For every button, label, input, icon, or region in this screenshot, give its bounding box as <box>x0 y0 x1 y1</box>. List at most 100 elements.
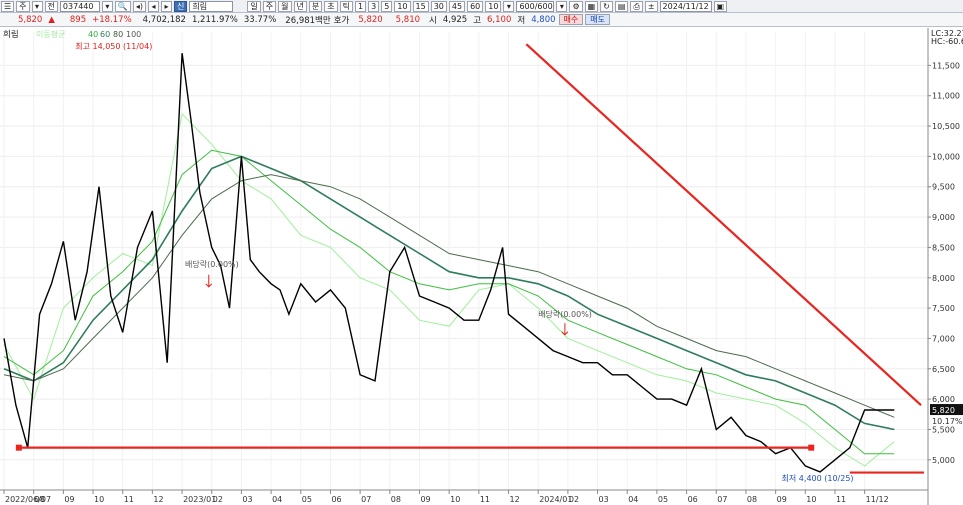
interval-1-button[interactable]: 1 <box>355 0 367 12</box>
legend-ma-40: 40 <box>88 30 98 39</box>
x-tick-label: 02 <box>213 495 223 504</box>
search-icon[interactable]: 🔍 <box>114 0 131 12</box>
support-handle-right <box>808 444 815 451</box>
print-icon[interactable]: ⎙ <box>630 0 643 12</box>
support-handle-left <box>15 444 22 451</box>
chevron-down-icon[interactable]: ▾ <box>31 0 43 12</box>
interval-10-button[interactable]: 10 <box>394 0 411 12</box>
price-change: 895 <box>69 14 87 25</box>
y-tick-label: 5,000 <box>932 456 955 465</box>
interval-30-button[interactable]: 30 <box>430 0 447 12</box>
interval-dropdown-icon[interactable]: ▾ <box>503 0 515 12</box>
open-price: 4,925 <box>442 14 468 25</box>
x-tick-label: 09 <box>420 495 430 504</box>
all-button[interactable]: 전 <box>44 0 58 12</box>
x-tick-label: 03 <box>242 495 252 504</box>
y-tick-label: 9,500 <box>932 183 955 192</box>
settings-icon[interactable]: ⚙ <box>569 0 583 12</box>
x-tick-label: 10 <box>94 495 104 504</box>
change-percent: +18.17% <box>92 14 132 25</box>
x-tick-label: 10 <box>450 495 460 504</box>
dividend-annotation-2: 배당락(0.00%) <box>538 309 592 319</box>
x-tick-label: 2024/01 <box>539 495 572 504</box>
trade-amount: 26,981백만 <box>285 15 331 26</box>
interval-custom-button[interactable]: 10 <box>485 0 502 12</box>
prev-stock-icon[interactable]: ◂ <box>148 0 160 12</box>
period-minute-button[interactable]: 분 <box>308 0 323 12</box>
legend-ma-100: 100 <box>126 30 141 39</box>
x-tick-label: 03 <box>599 495 609 504</box>
legend-ma-80: 80 <box>113 30 123 39</box>
interval-60-button[interactable]: 60 <box>467 0 484 12</box>
legend-ma-label: 이동평균 <box>36 29 65 39</box>
zoom-icon[interactable]: ± <box>644 0 658 12</box>
period-year-button[interactable]: 년 <box>293 0 307 12</box>
count-dropdown-icon[interactable]: ▾ <box>556 0 568 12</box>
chart-svg: 최고 14,050 (11/04) 최저 4,400 (10/25) 배당락(0.0… <box>0 28 963 505</box>
x-tick-label: 12 <box>510 495 520 504</box>
x-tick-label: 08 <box>747 495 757 504</box>
date-input[interactable]: 2024/11/12 <box>659 0 712 12</box>
y-tick-label: 11,000 <box>932 92 960 101</box>
volume-ratio: 1,211.97% <box>191 14 238 25</box>
y-tick-label: 7,500 <box>932 304 955 313</box>
x-tick-label: 11 <box>124 495 134 504</box>
x-tick-label: 06 <box>688 495 698 504</box>
interval-45-button[interactable]: 45 <box>448 0 466 12</box>
grid-icon[interactable]: ▦ <box>584 0 599 12</box>
type-button[interactable]: 주 <box>16 0 30 12</box>
stock-code-input[interactable]: 037440 <box>59 0 100 12</box>
x-tick-label: 11 <box>480 495 490 504</box>
x-tick-label: 11 <box>836 495 846 504</box>
x-tick-label: 10 <box>806 495 816 504</box>
interval-15-button[interactable]: 15 <box>412 0 429 12</box>
x-tick-label: 2023/01 <box>183 495 216 504</box>
high-annotation: 최고 14,050 (11/04) <box>75 41 152 51</box>
volume: 4,702,182 <box>142 14 186 25</box>
refresh-icon[interactable]: ↻ <box>600 0 613 12</box>
interval-5-button[interactable]: 5 <box>381 0 393 12</box>
current-pct-label: 10.17% <box>932 417 963 426</box>
period-tick-button[interactable]: 틱 <box>339 0 354 12</box>
buy-button[interactable]: 매수 <box>558 14 584 25</box>
period-month-button[interactable]: 월 <box>278 0 292 12</box>
y-tick-label: 9,000 <box>932 213 955 222</box>
period-day-button[interactable]: 일 <box>247 0 261 12</box>
y-tick-label: 6,500 <box>932 365 955 374</box>
price-chart[interactable]: 최고 14,050 (11/04) 최저 4,400 (10/25) 배당락(0.0… <box>0 28 963 505</box>
x-tick-label: 08 <box>35 495 45 504</box>
open-label: 시 <box>429 15 437 26</box>
y-tick-label: 10,500 <box>932 122 960 131</box>
interval-3-button[interactable]: 3 <box>368 0 380 12</box>
sell-button[interactable]: 매도 <box>585 14 610 25</box>
x-tick-label: 12 <box>153 495 163 504</box>
grid-menu-icon[interactable]: ☰ <box>1 0 15 12</box>
sound-icon[interactable]: ◂) <box>132 0 147 12</box>
turnover-percent: 33.77% <box>243 14 277 25</box>
period-second-button[interactable]: 초 <box>324 0 338 12</box>
save-icon[interactable]: ▤ <box>614 0 629 12</box>
x-tick-label: 02 <box>569 495 579 504</box>
top-toolbar: ☰ 주 ▾ 전 037440 ▾ 🔍 ◂) ◂ ▸ 신 희림 일 주 월 년 분… <box>0 0 963 13</box>
ask-label: 호가 <box>333 15 350 26</box>
period-week-button[interactable]: 주 <box>262 0 277 12</box>
low-price: 4,800 <box>531 14 556 25</box>
x-tick-label: 08 <box>391 495 401 504</box>
code-dropdown-icon[interactable]: ▾ <box>101 0 113 12</box>
calendar-icon[interactable]: ▣ <box>713 0 728 12</box>
y-tick-label: 6,000 <box>932 395 955 404</box>
y-tick-label: 7,000 <box>932 334 955 343</box>
low-label: 저 <box>517 15 526 26</box>
next-stock-icon[interactable]: ▸ <box>161 0 173 12</box>
credit-button[interactable]: 신 <box>174 0 188 12</box>
change-arrow: ▲ <box>48 14 55 25</box>
ask-price: 5,820 <box>358 14 383 25</box>
x-tick-label: 07 <box>717 495 727 504</box>
y-tick-label: 8,000 <box>932 274 955 283</box>
bid-price: 5,810 <box>395 14 421 25</box>
y-tick-label: 11,500 <box>932 61 960 70</box>
low-annotation: 최저 4,400 (10/25) <box>782 473 854 483</box>
count-input[interactable]: 600/600 <box>516 0 555 12</box>
legend-stock-name: 희림 <box>3 29 19 40</box>
stock-name-field[interactable]: 희림 <box>189 0 234 12</box>
